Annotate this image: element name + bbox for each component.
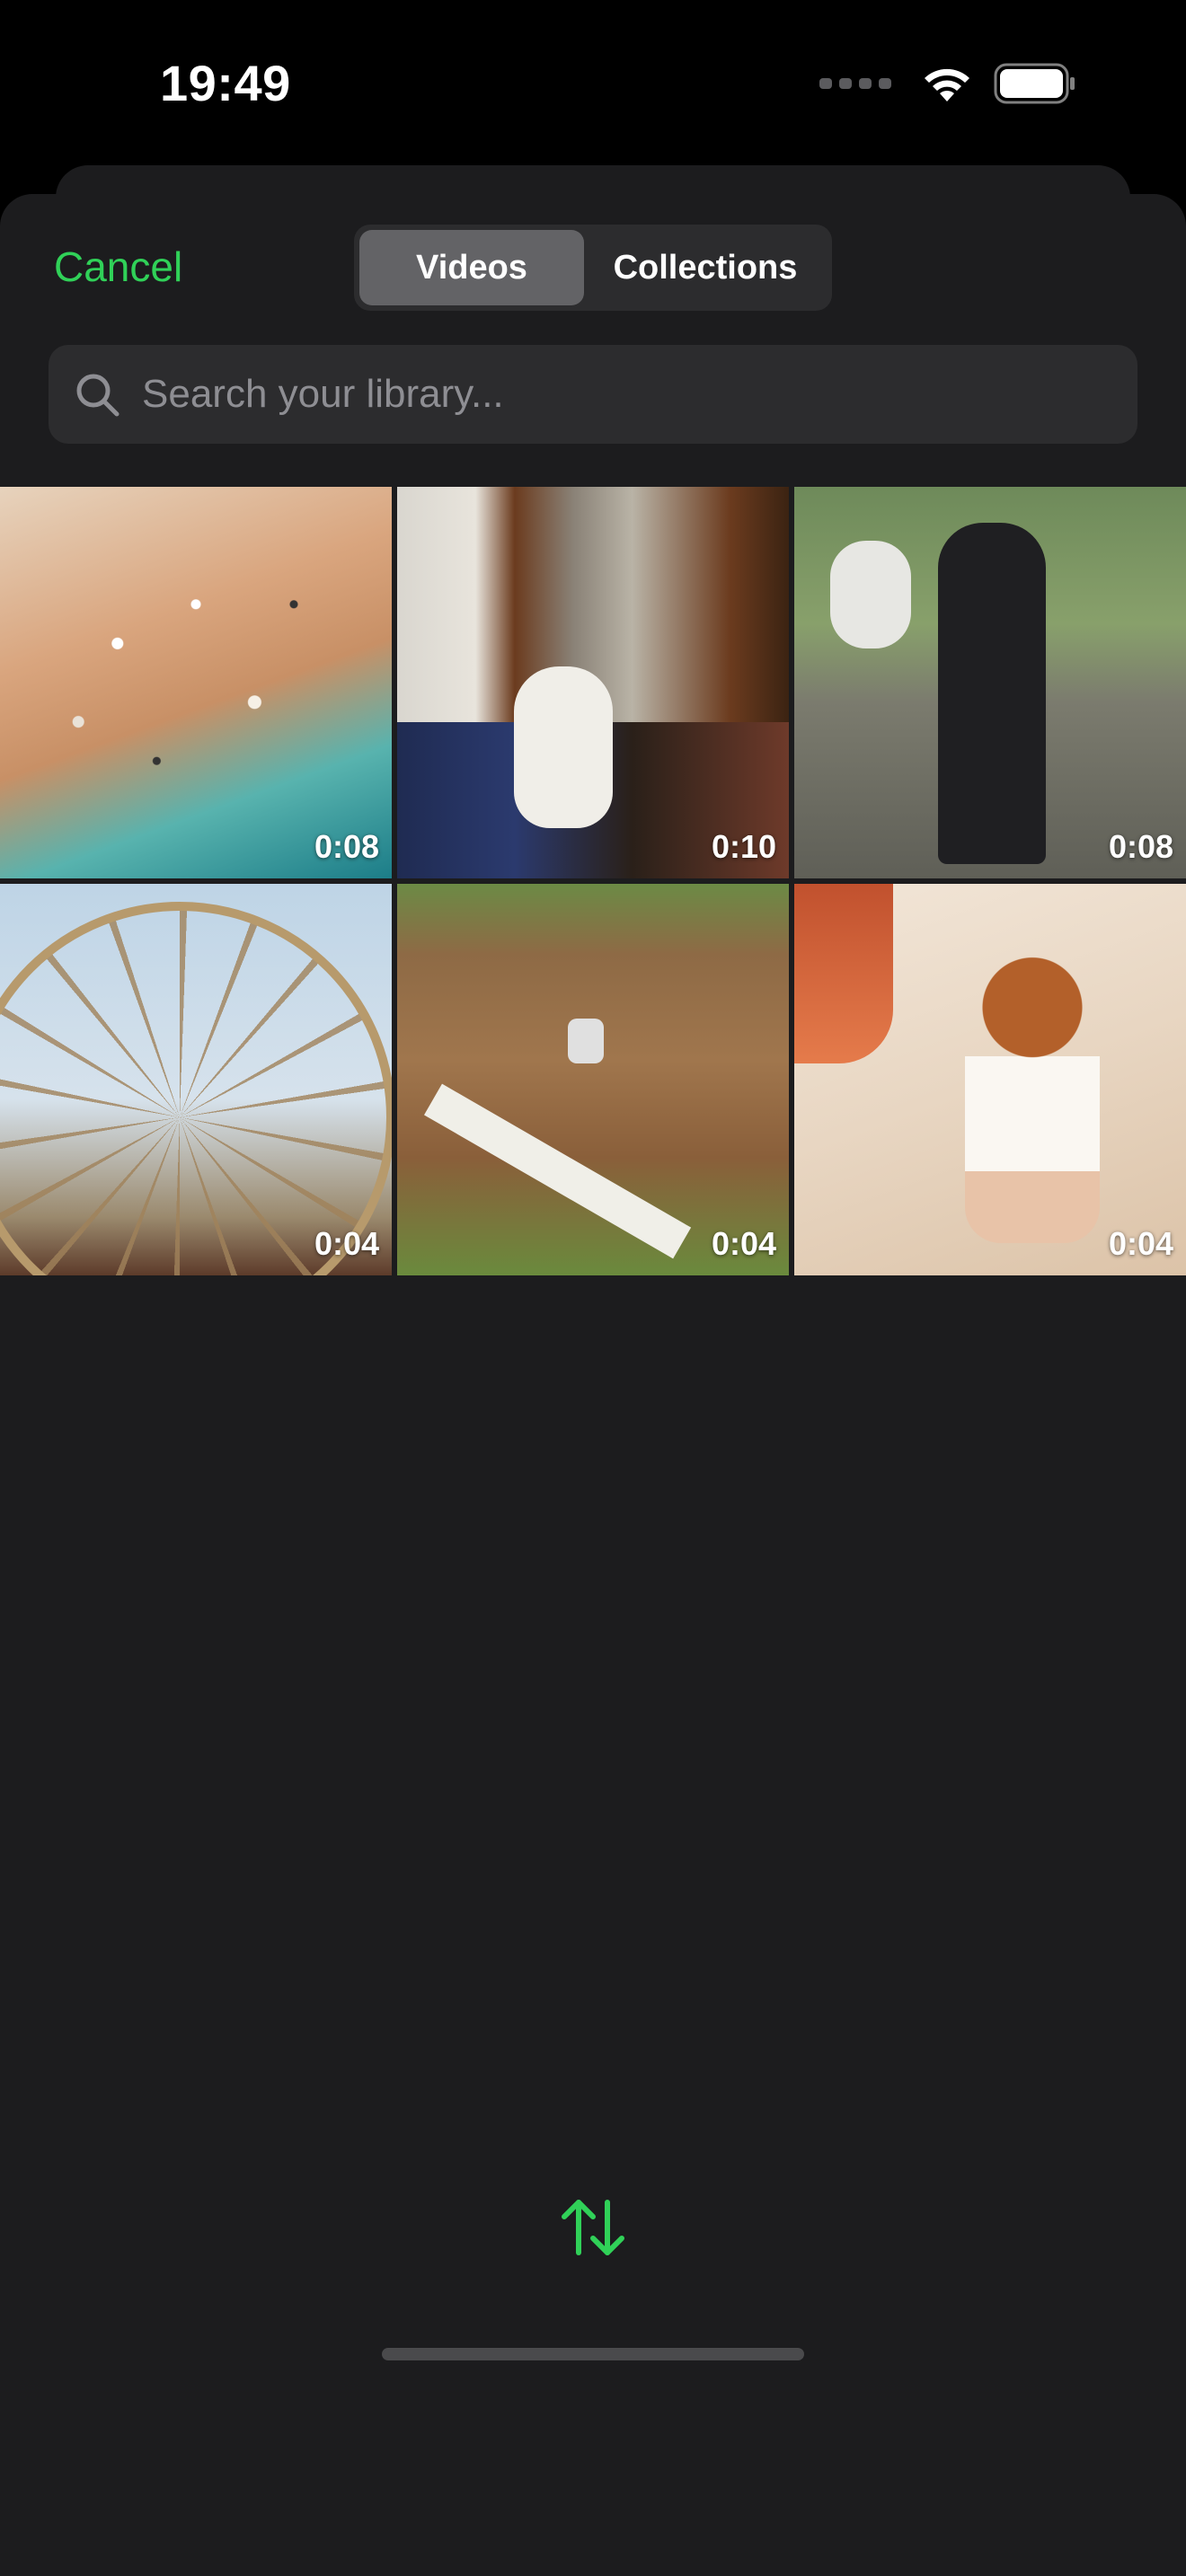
status-time: 19:49: [160, 55, 291, 111]
wifi-icon: [920, 64, 974, 103]
cellular-signal-icon: [819, 78, 891, 89]
battery-icon: [994, 63, 1076, 104]
picker-header: Cancel Videos Collections: [0, 225, 1186, 314]
video-tile-beach[interactable]: 0:08: [0, 487, 392, 878]
cancel-button[interactable]: Cancel: [54, 243, 182, 291]
video-duration: 0:04: [1108, 1225, 1173, 1262]
search-icon: [76, 374, 119, 417]
video-grid: 0:08 0:10 0:08 0:04 0:04 0:04: [0, 487, 1186, 1275]
tab-collections[interactable]: Collections: [584, 230, 827, 305]
video-tile-child-beach[interactable]: 0:04: [794, 884, 1186, 1275]
video-thumbnail: [397, 487, 789, 878]
video-duration: 0:10: [711, 828, 776, 865]
video-tile-dog[interactable]: 0:08: [794, 487, 1186, 878]
video-duration: 0:08: [1108, 828, 1173, 865]
video-duration: 0:04: [314, 1225, 379, 1262]
search-input[interactable]: [142, 372, 1094, 417]
video-thumbnail: [397, 884, 789, 1275]
sort-arrows-icon[interactable]: [557, 2192, 629, 2263]
status-bar: 19:49: [0, 0, 1186, 171]
tab-videos[interactable]: Videos: [359, 230, 584, 305]
video-tile-ferris-wheel[interactable]: 0:04: [0, 884, 392, 1275]
video-thumbnail: [794, 487, 1186, 878]
video-thumbnail: [794, 884, 1186, 1275]
video-duration: 0:04: [711, 1225, 776, 1262]
video-tile-motocross[interactable]: 0:04: [397, 884, 789, 1275]
screen: 19:49 Cancel Videos Collections Search y…: [0, 0, 1186, 2576]
home-indicator: [382, 2348, 804, 2360]
video-thumbnail: [0, 884, 392, 1275]
segmented-control: Videos Collections: [354, 225, 832, 311]
video-duration: 0:08: [314, 828, 379, 865]
search-bar[interactable]: [49, 345, 1137, 444]
video-thumbnail: [0, 487, 392, 878]
video-tile-cat[interactable]: 0:10: [397, 487, 789, 878]
status-icons: [819, 63, 1076, 104]
